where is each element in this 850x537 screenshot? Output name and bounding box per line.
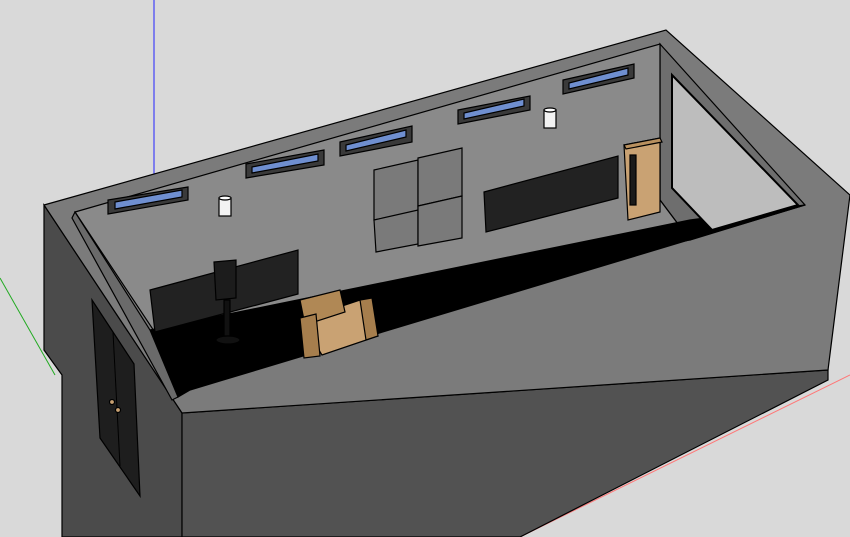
wall-light-right[interactable] <box>543 107 557 129</box>
floor-standing-speaker[interactable] <box>623 137 663 221</box>
wall-light-left[interactable] <box>218 195 232 217</box>
scene-canvas[interactable] <box>0 0 850 537</box>
viewport[interactable] <box>0 0 850 537</box>
